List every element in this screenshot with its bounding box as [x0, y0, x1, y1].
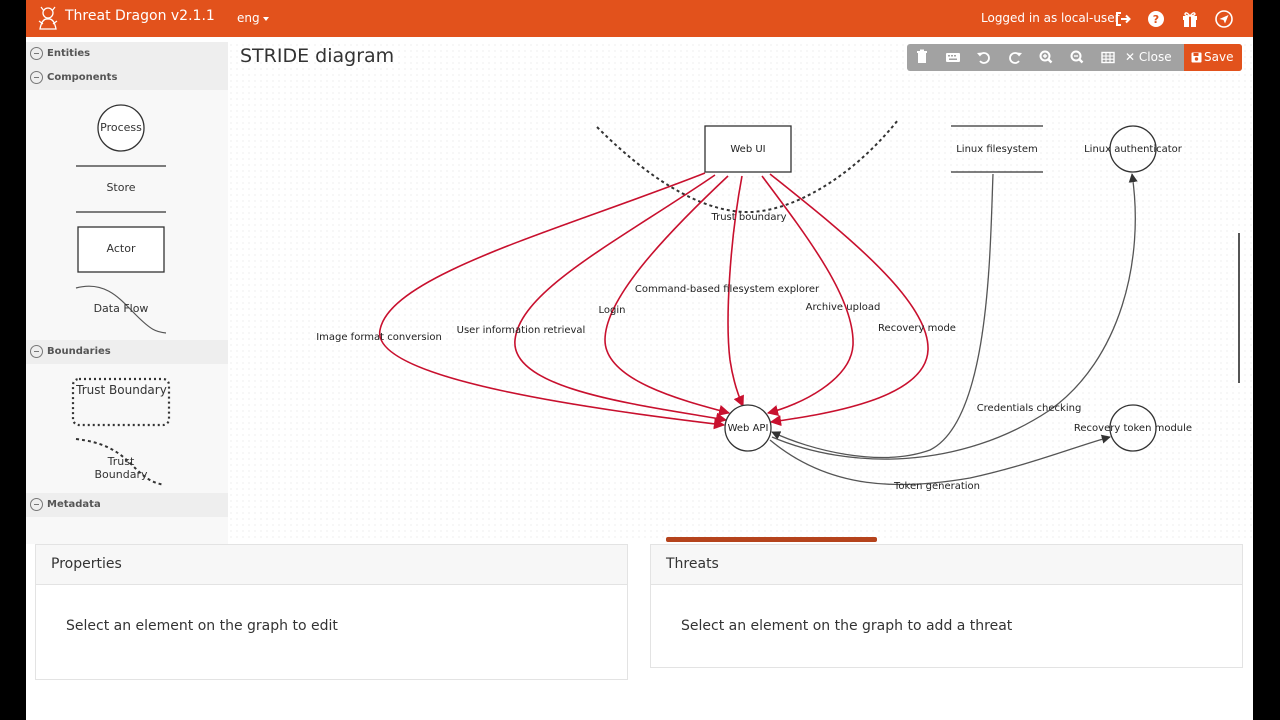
linux-fs-label: Linux filesystem	[956, 144, 1038, 155]
help-icon[interactable]: ?	[1147, 10, 1165, 28]
flow-recovery-mode[interactable]	[769, 173, 929, 427]
sign-out-icon[interactable]	[1114, 10, 1132, 28]
recovery-token-label: Recovery token module	[1074, 423, 1192, 434]
caret-down-icon	[262, 16, 269, 21]
linux-auth-label: Linux authenticator	[1084, 144, 1183, 155]
svg-text:?: ?	[1153, 13, 1159, 26]
properties-panel: Properties Select an element on the grap…	[35, 544, 628, 680]
threats-panel: Threats Select an element on the graph t…	[650, 544, 1243, 668]
undo-icon[interactable]	[969, 44, 999, 71]
group-metadata-label: Metadata	[47, 499, 101, 510]
trust-boundary-box-label: Trust Boundary	[76, 383, 167, 397]
save-button[interactable]: Save	[1184, 44, 1242, 71]
flow-archive-upload-label: Archive upload	[806, 302, 881, 313]
graph-toolbar: ✕ Close Save	[907, 44, 1242, 71]
web-ui-label: Web UI	[730, 144, 765, 155]
language-dropdown[interactable]: eng	[237, 11, 269, 25]
flow-credentials[interactable]	[771, 173, 1138, 460]
properties-empty-text: Select an element on the graph to edit	[66, 618, 338, 634]
language-label: eng	[237, 11, 260, 25]
gift-icon[interactable]	[1181, 10, 1199, 28]
web-api-label: Web API	[728, 423, 769, 434]
flow-token-gen[interactable]	[769, 434, 1111, 486]
threats-empty-text: Select an element on the graph to add a …	[681, 618, 1013, 634]
threat-model-graph[interactable]: Web UI Linux filesystem Linux authentica…	[228, 42, 1253, 542]
flow-login-label: Login	[599, 305, 626, 316]
user-status: Logged in as local-user	[981, 11, 1120, 25]
group-components-label: Components	[47, 72, 118, 83]
shape-stencil: Entities Components Process Store Actor …	[26, 42, 228, 544]
dragon-logo-icon[interactable]	[35, 5, 61, 31]
actor-label: Actor	[106, 242, 136, 255]
flow-image-format-label: Image format conversion	[316, 332, 442, 343]
app-title[interactable]: Threat Dragon v2.1.1	[65, 8, 215, 24]
dataflow-label: Data Flow	[93, 302, 149, 315]
canvas-scrollbar[interactable]	[1238, 233, 1240, 383]
collapse-icon	[30, 498, 43, 511]
close-icon: ✕	[1125, 50, 1136, 64]
app-window: Threat Dragon v2.1.1 eng Logged in as lo…	[26, 0, 1253, 720]
close-button[interactable]: ✕ Close	[1125, 50, 1172, 64]
group-components-header[interactable]: Components	[26, 66, 228, 90]
top-navbar: Threat Dragon v2.1.1 eng Logged in as lo…	[26, 0, 1253, 37]
flow-credentials-label: Credentials checking	[977, 403, 1082, 414]
floppy-disk-icon	[1191, 52, 1202, 63]
send-icon[interactable]	[1215, 10, 1233, 28]
loading-indicator	[666, 537, 877, 542]
save-label: Save	[1204, 50, 1234, 64]
flow-command-fs-label: Command-based filesystem explorer	[635, 284, 820, 295]
zoom-out-icon[interactable]	[1062, 44, 1092, 71]
flow-fs-to-api[interactable]	[771, 173, 994, 459]
collapse-icon	[30, 47, 43, 60]
flow-image-format[interactable]	[379, 172, 726, 430]
collapse-icon	[30, 345, 43, 358]
flow-user-info-label: User information retrieval	[457, 325, 586, 336]
grid-icon[interactable]	[1093, 44, 1123, 71]
zoom-in-icon[interactable]	[1031, 44, 1061, 71]
flow-token-gen-label: Token generation	[893, 481, 980, 492]
trash-icon[interactable]	[907, 44, 937, 71]
trust-boundary-label: Trust boundary	[710, 212, 786, 223]
close-label: Close	[1138, 50, 1172, 64]
properties-panel-header: Properties	[36, 545, 627, 585]
threats-panel-header: Threats	[651, 545, 1242, 585]
dataflows-red	[379, 172, 929, 430]
keyboard-icon[interactable]	[938, 44, 968, 71]
trust-boundary-curve-label: Trust Boundary	[94, 455, 148, 481]
flow-recovery-mode-label: Recovery mode	[878, 323, 956, 334]
collapse-icon	[30, 71, 43, 84]
properties-title: Properties	[51, 556, 122, 572]
redo-icon[interactable]	[1000, 44, 1030, 71]
group-boundaries-header[interactable]: Boundaries	[26, 340, 228, 364]
group-metadata-header[interactable]: Metadata	[26, 493, 228, 517]
diagram-canvas[interactable]: STRIDE diagram Web UI Linux filesystem L…	[228, 42, 1253, 542]
group-entities-header[interactable]: Entities	[26, 42, 228, 66]
store-label: Store	[106, 181, 136, 194]
group-boundaries-label: Boundaries	[47, 346, 111, 357]
process-label: Process	[100, 121, 142, 134]
group-entities-label: Entities	[47, 48, 91, 59]
threats-title: Threats	[666, 556, 719, 572]
